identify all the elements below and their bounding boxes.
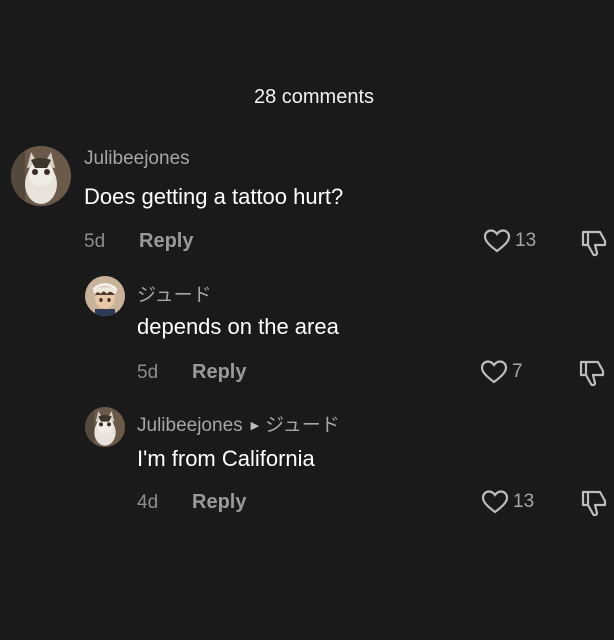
comment-username[interactable]: Julibeejones [84, 148, 190, 170]
dislike-button[interactable] [580, 489, 608, 517]
user-avatar[interactable] [11, 146, 71, 206]
reply-button[interactable]: Reply [139, 230, 193, 253]
comment-timestamp: 4d [137, 492, 159, 513]
heart-icon [481, 490, 509, 514]
cat-avatar-icon [85, 407, 125, 447]
reply-arrow-icon: ▶ [250, 420, 260, 432]
comment-text: depends on the area [137, 314, 339, 339]
thumbs-down-icon [579, 360, 605, 387]
user-avatar[interactable] [85, 407, 125, 447]
cat-avatar-icon [11, 146, 71, 206]
comments-count-title: 28 comments [253, 86, 375, 108]
comment-text: I'm from California [137, 446, 315, 471]
heart-icon [480, 360, 508, 384]
user-avatar[interactable] [85, 276, 125, 316]
anime-character-avatar-icon [85, 276, 125, 316]
comment-username-line: Julibeejones ▶ ジュード [137, 410, 340, 437]
like-count: 13 [515, 230, 537, 251]
reply-button[interactable]: Reply [192, 491, 246, 514]
reply-to-username[interactable]: ジュード [265, 415, 340, 436]
like-button[interactable]: 7 [480, 359, 523, 385]
comment-timestamp: 5d [84, 231, 106, 252]
comment-text: Does getting a tattoo hurt? [84, 184, 344, 209]
comment-username[interactable]: ジュード [137, 280, 212, 307]
reply-button[interactable]: Reply [192, 361, 246, 384]
like-count: 7 [512, 361, 523, 382]
thumbs-down-icon [581, 490, 607, 517]
comment-username[interactable]: Julibeejones [137, 415, 243, 436]
thumbs-down-icon [581, 230, 607, 257]
like-button[interactable]: 13 [481, 489, 534, 515]
comment-timestamp: 5d [137, 362, 159, 383]
like-count: 13 [513, 491, 535, 512]
heart-icon [483, 229, 511, 253]
like-button[interactable]: 13 [483, 228, 536, 254]
dislike-button[interactable] [580, 229, 608, 257]
dislike-button[interactable] [578, 359, 606, 387]
